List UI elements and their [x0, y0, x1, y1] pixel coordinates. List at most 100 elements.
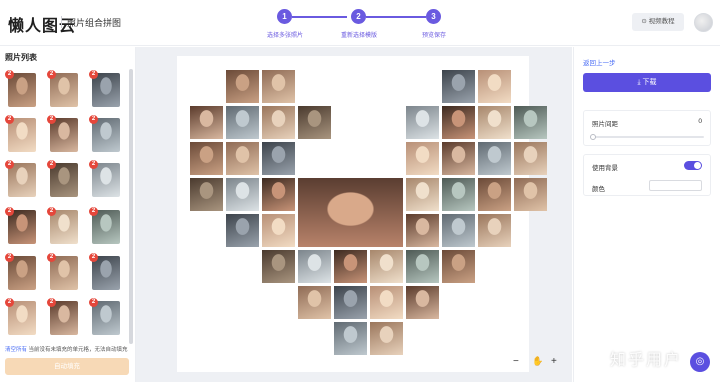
collage-photo[interactable]	[478, 178, 511, 211]
photo-list-panel: 照片列表 2 2 2 2 2 2 2 2 2 2 2 2 2 2 2 2 2 2 清空所有 当前没有未填充的单元格…	[0, 47, 136, 382]
autofill-hint: 清空所有 当前没有未填充的单元格，无法自动填充	[5, 345, 128, 353]
clear-all-link[interactable]: 清空所有	[5, 347, 27, 353]
usage-count-badge: 2	[47, 253, 56, 262]
collage-photo[interactable]	[442, 214, 475, 247]
collage-photo[interactable]	[334, 250, 367, 283]
top-bar: 懒人图云 照片组合拼图 1 选择多张照片 2 重新选择模版 3 预览保存 ⊙ 视…	[0, 0, 720, 46]
collage-photo[interactable]	[262, 106, 295, 139]
collage-photo[interactable]	[226, 178, 259, 211]
download-button[interactable]: ⤓ 下载	[583, 73, 711, 92]
chat-icon: ◎	[695, 356, 705, 367]
settings-panel: 返回上一步 ⤓ 下载 照片间距 0 使用背景 颜色	[573, 47, 720, 382]
app-logo[interactable]: 懒人图云	[8, 12, 76, 36]
collage-photo[interactable]	[298, 106, 331, 139]
help-button[interactable]: ◎	[690, 352, 710, 372]
step-3-label[interactable]: 预览保存	[422, 30, 446, 39]
collage-photo[interactable]	[370, 286, 403, 319]
usage-count-badge: 2	[5, 207, 14, 216]
use-background-label: 使用背景	[592, 165, 618, 172]
usage-count-badge: 2	[5, 298, 14, 307]
avatar[interactable]	[694, 13, 713, 32]
collage-photo[interactable]	[262, 214, 295, 247]
collage-photo[interactable]	[334, 286, 367, 319]
collage-photo[interactable]	[442, 250, 475, 283]
collage-photo[interactable]	[298, 286, 331, 319]
collage-photo[interactable]	[226, 106, 259, 139]
collage-photo[interactable]	[190, 106, 223, 139]
collage-photo[interactable]	[406, 286, 439, 319]
hand-tool-icon[interactable]: ✋	[532, 356, 543, 367]
collage-center-photo[interactable]	[298, 178, 403, 247]
collage-photo[interactable]	[514, 106, 547, 139]
video-tutorial-button[interactable]: ⊙ 视频教程	[632, 13, 684, 31]
step-1-dot[interactable]: 1	[277, 9, 292, 24]
photo-list-title: 照片列表	[5, 53, 37, 62]
collage-photo[interactable]	[442, 178, 475, 211]
back-link[interactable]: 返回上一步	[583, 57, 616, 67]
step-2-dot[interactable]: 2	[351, 9, 366, 24]
collage-photo[interactable]	[334, 322, 367, 355]
collage-photo[interactable]	[406, 250, 439, 283]
collage-photo[interactable]	[226, 142, 259, 175]
collage-photo[interactable]	[442, 106, 475, 139]
zoom-out-button[interactable]: −	[513, 356, 519, 367]
step-1-label[interactable]: 选择多张照片	[267, 30, 303, 39]
spacing-slider-track[interactable]	[592, 136, 704, 138]
collage-photo[interactable]	[370, 250, 403, 283]
usage-count-badge: 2	[89, 298, 98, 307]
zoom-in-button[interactable]: +	[551, 356, 557, 367]
use-background-toggle[interactable]	[684, 161, 702, 170]
collage-photo[interactable]	[442, 70, 475, 103]
collage-photo[interactable]	[478, 214, 511, 247]
step-2-label[interactable]: 重新选择模版	[341, 30, 377, 39]
step-connector	[292, 16, 347, 18]
collage-photo[interactable]	[514, 178, 547, 211]
canvas-area: − ✋ +	[136, 47, 572, 382]
collage-photo[interactable]	[190, 178, 223, 211]
collage-photo[interactable]	[406, 178, 439, 211]
background-card: 使用背景 颜色	[583, 154, 711, 196]
collage-photo[interactable]	[262, 142, 295, 175]
download-label: 下载	[642, 79, 657, 86]
step-connector	[366, 16, 426, 18]
usage-count-badge: 2	[89, 253, 98, 262]
autofill-hint-text: 当前没有未填充的单元格，无法自动填充	[28, 347, 128, 353]
collage-photo[interactable]	[406, 106, 439, 139]
spacing-value: 0	[698, 118, 702, 125]
usage-count-badge: 2	[5, 160, 14, 169]
collage-photo[interactable]	[262, 70, 295, 103]
play-circle-icon: ⊙	[641, 18, 649, 25]
collage-photo[interactable]	[514, 142, 547, 175]
tutorial-label: 视频教程	[648, 18, 675, 25]
collage-photo[interactable]	[190, 142, 223, 175]
step-3-dot[interactable]: 3	[426, 9, 441, 24]
collage-photo[interactable]	[478, 142, 511, 175]
heart-collage-canvas[interactable]	[177, 56, 547, 372]
scrollbar[interactable]	[129, 69, 133, 344]
usage-count-badge: 2	[47, 298, 56, 307]
usage-count-badge: 2	[47, 160, 56, 169]
collage-photo[interactable]	[406, 214, 439, 247]
collage-photo[interactable]	[226, 214, 259, 247]
collage-photo[interactable]	[406, 142, 439, 175]
autofill-button[interactable]: 自动填充	[5, 358, 129, 375]
collage-photo[interactable]	[478, 70, 511, 103]
collage-photo[interactable]	[262, 250, 295, 283]
toggle-knob	[694, 162, 701, 169]
stepper: 1 选择多张照片 2 重新选择模版 3 预览保存	[240, 8, 470, 42]
usage-count-badge: 2	[47, 70, 56, 79]
color-label: 颜色	[592, 186, 605, 193]
spacing-label: 照片间距	[592, 121, 618, 128]
collage-photo[interactable]	[478, 106, 511, 139]
collage-photo[interactable]	[370, 322, 403, 355]
divider	[61, 16, 62, 28]
collage-photo[interactable]	[262, 178, 295, 211]
color-picker[interactable]	[649, 180, 702, 191]
app-subtitle: 照片组合拼图	[67, 18, 122, 28]
collage-photo[interactable]	[298, 250, 331, 283]
zoom-controls: − ✋ +	[511, 356, 569, 370]
spacing-card: 照片间距 0	[583, 110, 711, 146]
collage-photo[interactable]	[442, 142, 475, 175]
collage-photo[interactable]	[226, 70, 259, 103]
spacing-slider-handle[interactable]	[590, 134, 596, 140]
